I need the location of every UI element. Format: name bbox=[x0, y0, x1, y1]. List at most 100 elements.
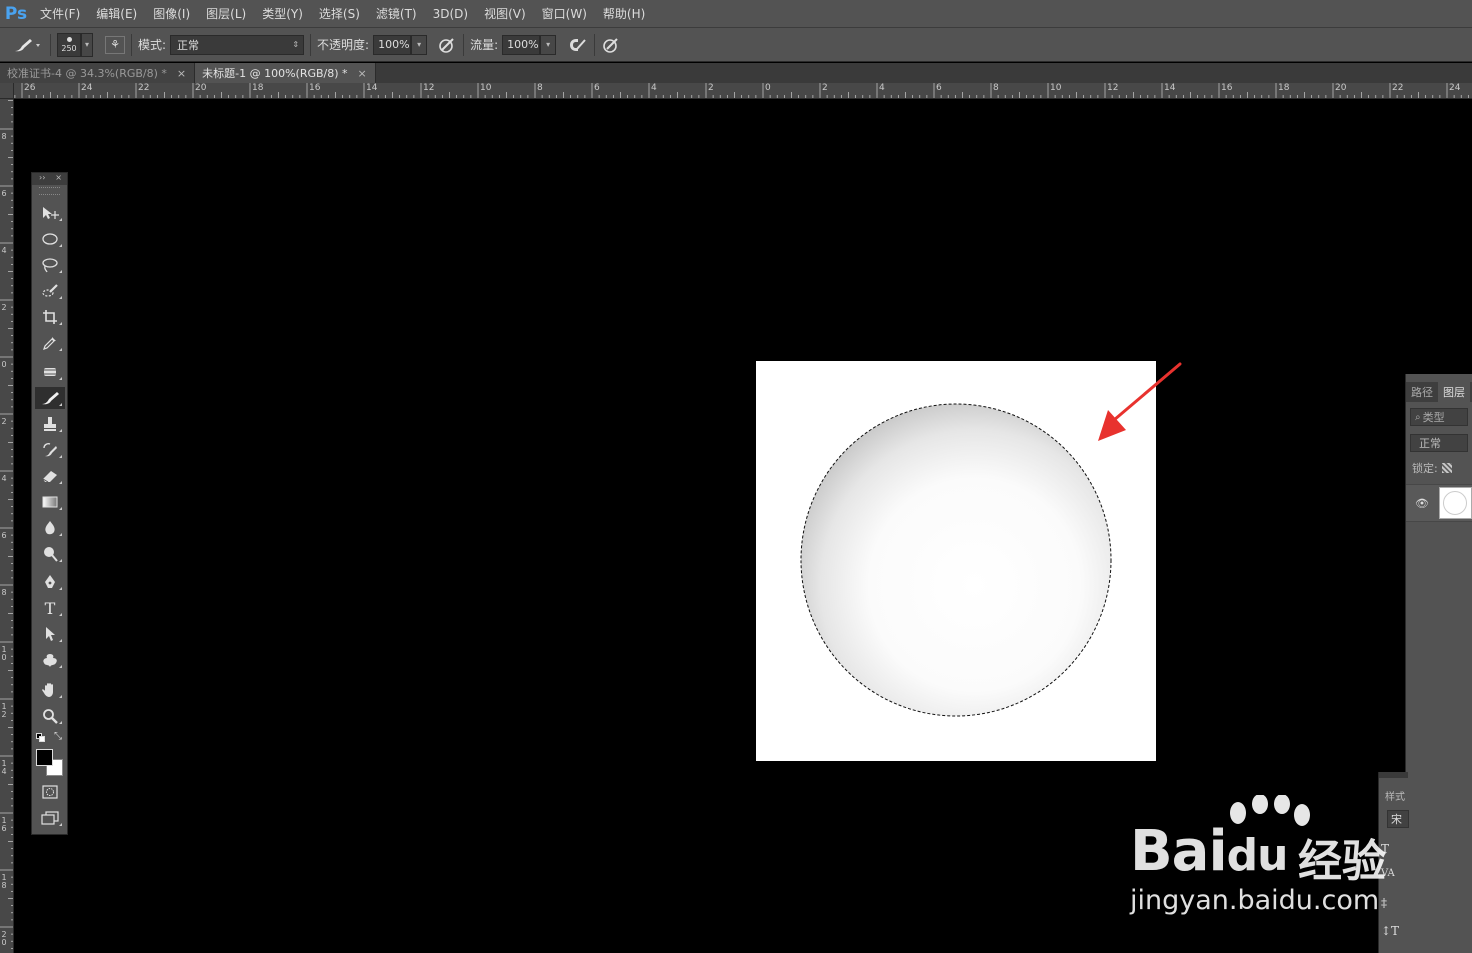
foreground-color-swatch[interactable] bbox=[36, 749, 53, 766]
menu-edit[interactable]: 编辑(E) bbox=[88, 0, 145, 28]
ruler-tick-label: 22 bbox=[138, 83, 150, 93]
layers-panel: 路径 图层 ⌕ 类型 正常 锁定: 👁 bbox=[1405, 374, 1472, 953]
menu-type[interactable]: 类型(Y) bbox=[254, 0, 311, 28]
ruler-tick-label: 18 bbox=[252, 83, 264, 93]
ruler-tick-label: 6 bbox=[594, 83, 600, 93]
screen-mode-icon[interactable] bbox=[35, 807, 65, 829]
lasso-tool-icon[interactable] bbox=[35, 254, 65, 276]
layer-thumbnail[interactable] bbox=[1438, 487, 1472, 519]
elliptical-marquee-tool-icon[interactable] bbox=[35, 228, 65, 250]
tab-layers[interactable]: 图层 bbox=[1438, 382, 1470, 402]
ruler-tick-label: 16 bbox=[309, 83, 321, 93]
ruler-tick-label: 2 bbox=[1, 417, 7, 426]
close-icon[interactable]: × bbox=[358, 67, 367, 80]
layer-kind-filter[interactable]: ⌕ 类型 bbox=[1410, 408, 1468, 426]
type-tool-icon[interactable]: T bbox=[35, 597, 65, 619]
airbrush-icon[interactable] bbox=[566, 36, 588, 54]
watermark-url: jingyan.baidu.com bbox=[1130, 885, 1380, 916]
layer-blend-mode-select[interactable]: 正常 bbox=[1410, 434, 1468, 452]
visibility-eye-icon[interactable]: 👁 bbox=[1415, 497, 1429, 510]
brush-preset-icon[interactable] bbox=[10, 37, 44, 53]
foreground-background-colors[interactable] bbox=[36, 749, 64, 777]
close-icon[interactable]: × bbox=[177, 67, 186, 80]
opacity-dropdown[interactable]: ▾ bbox=[411, 34, 428, 55]
blur-tool-icon[interactable] bbox=[35, 517, 65, 539]
spot-healing-brush-tool-icon[interactable] bbox=[35, 361, 65, 383]
horizontal-ruler[interactable]: 26 24 22 20 18 16 14 12 10 8 6 4 2 0 2 4 6 8 10 12 14 16 18 20 2… bbox=[14, 83, 1472, 99]
ruler-tick-label: 0 bbox=[1, 360, 7, 369]
lock-row: 锁定: bbox=[1412, 460, 1472, 476]
gradient-tool-icon[interactable] bbox=[35, 491, 65, 513]
pressure-size-icon[interactable] bbox=[601, 36, 621, 54]
quick-selection-tool-icon[interactable] bbox=[35, 280, 65, 302]
path-selection-tool-icon[interactable] bbox=[35, 623, 65, 645]
brush-tip-icon bbox=[66, 36, 72, 42]
crop-tool-icon[interactable] bbox=[35, 306, 65, 328]
ruler-tick-label: 20 bbox=[195, 83, 207, 93]
quick-mask-icon[interactable] bbox=[35, 781, 65, 803]
ruler-tick-label: 24 bbox=[81, 83, 93, 93]
ruler-tick-label: 6 bbox=[1, 189, 7, 198]
tab-document-2[interactable]: 未标题-1 @ 100%(RGB/8) * × bbox=[195, 63, 376, 83]
separator bbox=[131, 33, 132, 56]
ruler-tick-label: 8 bbox=[993, 83, 999, 93]
ruler-tick-label: 4 bbox=[1, 474, 7, 483]
tab-document-1[interactable]: 校准证书-4 @ 34.3%(RGB/8) * × bbox=[0, 63, 196, 83]
ruler-tick-label: 4 bbox=[651, 83, 657, 93]
eraser-tool-icon[interactable] bbox=[35, 465, 65, 487]
tools-panel-header[interactable]: ›› × bbox=[32, 173, 67, 185]
menu-file[interactable]: 文件(F) bbox=[32, 0, 88, 28]
ruler-tick-label: 12 bbox=[423, 83, 435, 93]
dodge-tool-icon[interactable] bbox=[35, 543, 65, 565]
flow-input[interactable]: 100% bbox=[502, 34, 541, 55]
clone-stamp-tool-icon[interactable] bbox=[35, 413, 65, 435]
menu-filter[interactable]: 滤镜(T) bbox=[368, 0, 425, 28]
hand-tool-icon[interactable] bbox=[35, 679, 65, 701]
character-panel-header[interactable] bbox=[1379, 772, 1408, 778]
ruler-tick-label: 4 bbox=[879, 83, 885, 93]
brush-tool-icon[interactable] bbox=[35, 387, 65, 409]
tab-label: 未标题-1 @ 100%(RGB/8) * bbox=[202, 67, 348, 80]
history-brush-tool-icon[interactable] bbox=[35, 439, 65, 461]
brush-panel-toggle-icon[interactable]: ⚘ bbox=[105, 35, 125, 54]
flow-dropdown[interactable]: ▾ bbox=[540, 34, 557, 55]
brush-size-dropdown[interactable]: ▾ bbox=[81, 32, 93, 57]
eyedropper-tool-icon[interactable] bbox=[35, 332, 65, 354]
separator bbox=[594, 33, 596, 56]
tools-panel: ›› × T ⤡ bbox=[31, 172, 68, 835]
vertical-ruler[interactable]: 8 6 4 2 0 2 4 6 8 10 12 14 16 18 20 bbox=[0, 99, 14, 953]
menu-3d[interactable]: 3D(D) bbox=[425, 0, 476, 28]
ruler-tick-label: 12 bbox=[1, 702, 7, 719]
brush-size-picker[interactable]: 250 ▾ bbox=[57, 32, 93, 57]
default-colors-icon[interactable] bbox=[36, 733, 45, 742]
menu-help[interactable]: 帮助(H) bbox=[595, 0, 653, 28]
ruler-tick-label: 24 bbox=[1449, 83, 1461, 93]
lock-transparent-pixels-icon[interactable] bbox=[1441, 463, 1452, 473]
ruler-tick-label: 8 bbox=[1, 588, 7, 597]
menu-layer[interactable]: 图层(L) bbox=[198, 0, 254, 28]
tab-paths[interactable]: 路径 bbox=[1406, 382, 1438, 402]
ruler-origin[interactable] bbox=[0, 83, 14, 99]
zoom-tool-icon[interactable] bbox=[35, 705, 65, 727]
menu-window[interactable]: 窗口(W) bbox=[534, 0, 595, 28]
ruler-tick-label: 20 bbox=[1, 930, 7, 947]
pressure-opacity-icon[interactable] bbox=[437, 36, 457, 54]
ruler-tick-label: 14 bbox=[366, 83, 378, 93]
panel-grip[interactable] bbox=[39, 187, 60, 195]
ruler-tick-label: 4 bbox=[1, 246, 7, 255]
menu-view[interactable]: 视图(V) bbox=[476, 0, 534, 28]
mode-select[interactable]: 正常 ⇕ bbox=[170, 34, 305, 55]
layer-row[interactable]: 👁 bbox=[1406, 484, 1472, 522]
close-icon[interactable]: × bbox=[55, 173, 62, 182]
menu-image[interactable]: 图像(I) bbox=[145, 0, 198, 28]
menu-select[interactable]: 选择(S) bbox=[311, 0, 368, 28]
ruler-tick-label: 2 bbox=[822, 83, 828, 93]
expand-panel-icon[interactable]: ›› bbox=[39, 173, 45, 182]
swap-colors-icon[interactable]: ⤡ bbox=[54, 731, 62, 742]
move-tool-icon[interactable] bbox=[35, 202, 65, 224]
watermark-brand: Baidu bbox=[1130, 819, 1288, 884]
custom-shape-tool-icon[interactable] bbox=[35, 649, 65, 671]
opacity-input[interactable]: 100% bbox=[373, 34, 412, 55]
pen-tool-icon[interactable] bbox=[35, 571, 65, 593]
opacity-label: 不透明度: bbox=[317, 38, 370, 52]
